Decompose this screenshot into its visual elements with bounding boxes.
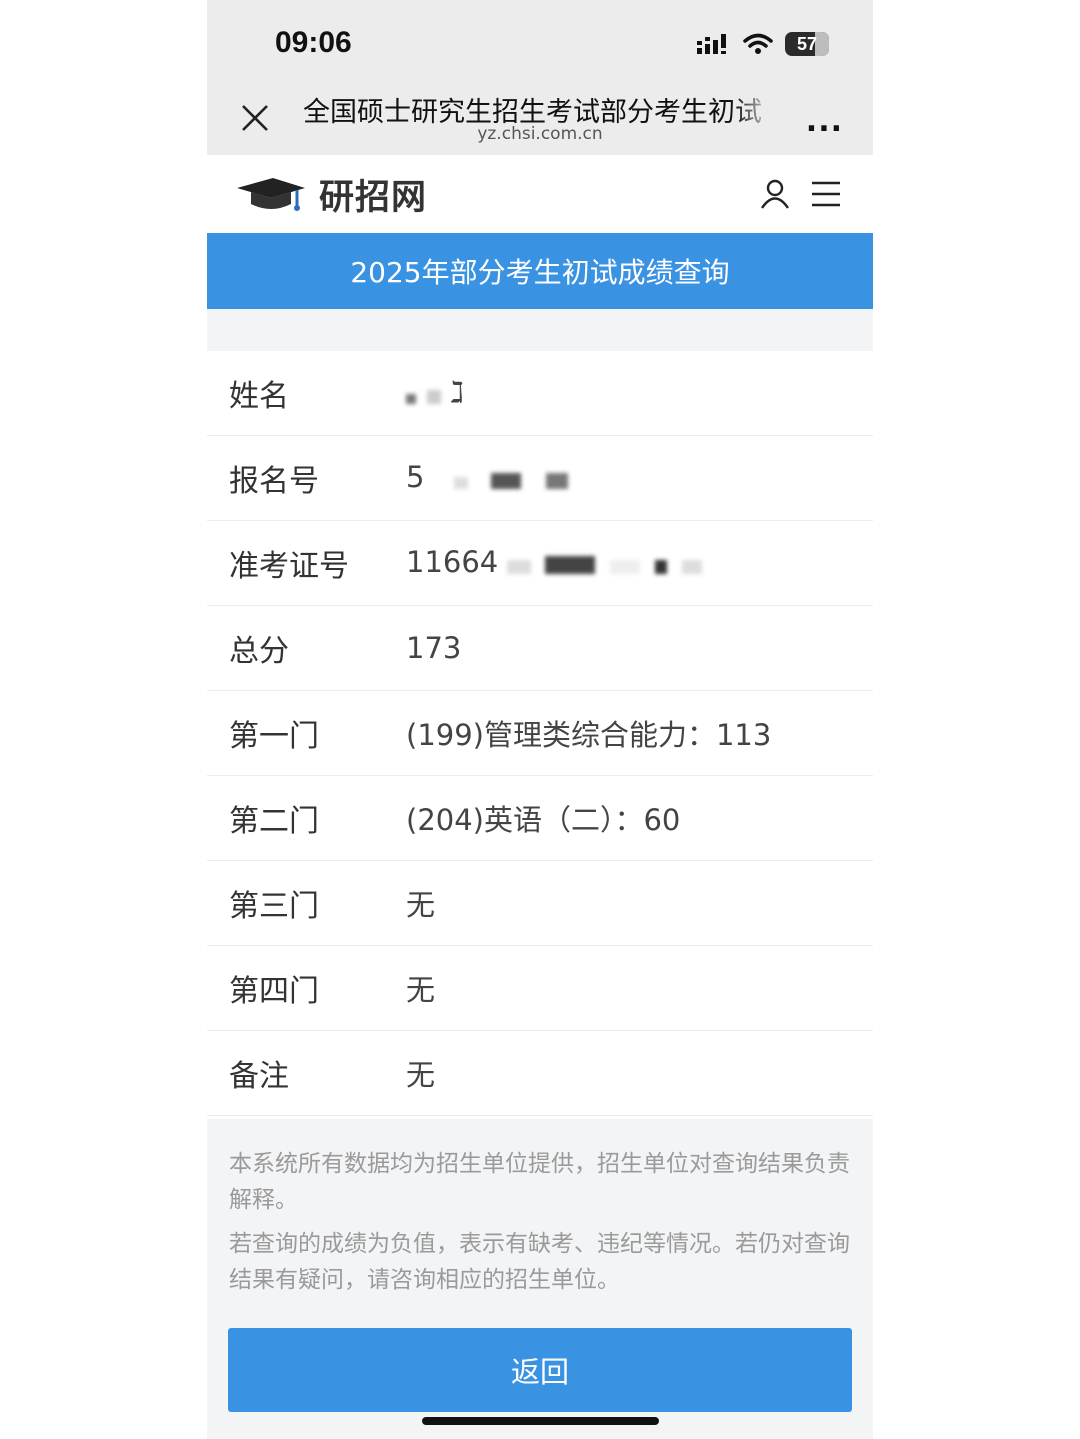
- reg-no-partial: 5: [406, 460, 425, 494]
- cellular-signal-icon: [697, 34, 726, 54]
- page-banner: 2025年部分考生初试成绩查询: [207, 233, 873, 309]
- status-time: 09:06: [275, 26, 352, 59]
- value-name: ℷ: [406, 375, 464, 412]
- browser-url: yz.chsi.com.cn: [477, 124, 603, 144]
- row-admission-ticket-number: 准考证号 11664: [207, 521, 873, 606]
- notice-text-1: 本系统所有数据均为招生单位提供，招生单位对查询结果负责解释。: [229, 1151, 850, 1213]
- value-subject-2: (204)英语（二）：60: [406, 803, 681, 837]
- redacted-block: [406, 376, 442, 411]
- label-registration-number: 报名号: [229, 464, 319, 499]
- site-logo[interactable]: 研招网: [235, 171, 428, 218]
- label-subject-4: 第四门: [229, 974, 319, 1009]
- row-subject-4: 第四门 无: [207, 946, 873, 1031]
- label-name: 姓名: [229, 379, 289, 414]
- ticket-no-partial: 11664: [406, 545, 499, 579]
- value-remark: 无: [406, 1058, 436, 1092]
- row-subject-1: 第一门 (199)管理类综合能力：113: [207, 691, 873, 776]
- label-total-score: 总分: [229, 634, 289, 669]
- label-subject-3: 第三门: [229, 889, 319, 924]
- notice-section: 本系统所有数据均为招生单位提供，招生单位对查询结果负责解释。 若查询的成绩为负值…: [207, 1119, 873, 1439]
- row-registration-number: 报名号 5: [207, 436, 873, 521]
- site-header: 研招网: [207, 155, 873, 233]
- row-remark: 备注 无: [207, 1031, 873, 1116]
- value-registration-number: 5: [406, 460, 569, 496]
- value-admission-ticket-number: 11664: [406, 545, 703, 581]
- row-total-score: 总分 173: [207, 606, 873, 691]
- menu-icon[interactable]: [810, 179, 842, 209]
- wifi-icon: [743, 33, 773, 54]
- browser-page-title: 全国硕士研究生招生考试部分考生初试: [303, 97, 762, 126]
- value-subject-4: 无: [406, 973, 436, 1007]
- logo-text: 研招网: [319, 176, 428, 218]
- redacted-block: [453, 462, 569, 496]
- label-admission-ticket-number: 准考证号: [229, 549, 349, 584]
- battery-icon: 57: [785, 32, 829, 56]
- label-remark: 备注: [229, 1059, 289, 1094]
- more-options-button[interactable]: ...: [806, 104, 843, 139]
- name-partial-char: ℷ: [450, 374, 464, 409]
- row-subject-3: 第三门 无: [207, 861, 873, 946]
- return-button[interactable]: 返回: [228, 1328, 852, 1412]
- label-subject-1: 第一门: [229, 719, 319, 754]
- redacted-block: [507, 547, 703, 581]
- separator-band: [207, 309, 873, 351]
- battery-level: 57: [796, 33, 818, 54]
- notice-text-2: 若查询的成绩为负值，表示有缺考、违纪等情况。若仍对查询结果有疑问，请咨询相应的招…: [229, 1231, 850, 1293]
- value-subject-3: 无: [406, 888, 436, 922]
- row-name: 姓名 ℷ: [207, 351, 873, 436]
- label-subject-2: 第二门: [229, 804, 319, 839]
- row-subject-2: 第二门 (204)英语（二）：60: [207, 776, 873, 861]
- user-icon[interactable]: [760, 179, 790, 209]
- graduation-cap-icon: [237, 178, 305, 211]
- value-total-score: 173: [406, 631, 462, 665]
- home-indicator: [422, 1417, 659, 1425]
- status-bar: 09:06 57: [207, 0, 873, 80]
- status-icons: 57: [697, 30, 829, 58]
- value-subject-1: (199)管理类综合能力：113: [406, 718, 772, 752]
- phone-screen: 09:06 57 全国硕士研究生招生考试部分考生初试 yz.chsi.com.c…: [207, 0, 873, 1439]
- score-result-table: 姓名 ℷ 报名号 5 准考证号 11664 总分 173 第一门 (199)管理…: [207, 351, 873, 1116]
- browser-title-bar: 全国硕士研究生招生考试部分考生初试 yz.chsi.com.cn ...: [207, 80, 873, 155]
